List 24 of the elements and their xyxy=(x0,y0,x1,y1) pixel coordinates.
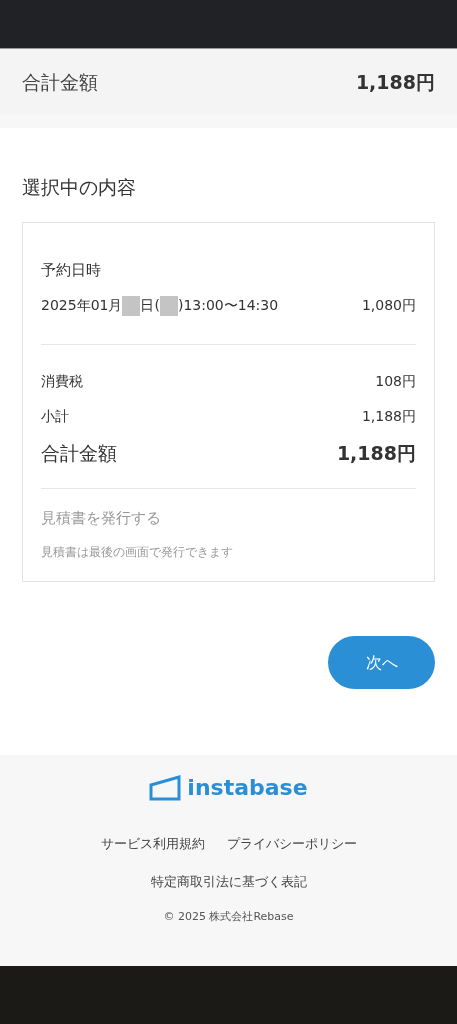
summary-label: 合計金額 xyxy=(22,69,98,95)
booking-label: 予約日時 xyxy=(41,259,102,281)
footer-link[interactable]: 特定商取引法に基づく表記 xyxy=(150,871,307,891)
total-amount: 1,188円 xyxy=(336,441,416,466)
booking-date: )13:00〜14:30 xyxy=(177,296,279,315)
total-label: 合計金額 xyxy=(41,441,117,466)
booking-price: 1,080円 xyxy=(361,296,416,315)
line-label: 小計 xyxy=(41,407,69,426)
line-amount: 1,188円 xyxy=(361,407,416,426)
house-outline-icon xyxy=(149,774,182,801)
estimate-note: 見積書は最後の画面で発行できます xyxy=(41,544,234,561)
footer-link[interactable]: プライバシーポリシー xyxy=(226,834,357,854)
line-amount: 108円 xyxy=(375,372,416,391)
redaction-block xyxy=(159,295,178,316)
estimate-title: 見積書を発行する xyxy=(41,507,162,529)
section-title: 選択中の内容 xyxy=(22,175,137,200)
summary-amount: 1,188円 xyxy=(355,69,435,95)
next-button[interactable]: 次へ xyxy=(328,636,435,689)
line-label: 消費税 xyxy=(41,372,83,391)
booking-date: 2025年01月 xyxy=(41,296,123,315)
booking-date: 日( xyxy=(140,296,160,315)
footer-link[interactable]: サービス利用規約 xyxy=(100,834,205,854)
copyright: © 2025 株式会社Rebase xyxy=(163,909,294,925)
redaction-block xyxy=(122,295,141,316)
